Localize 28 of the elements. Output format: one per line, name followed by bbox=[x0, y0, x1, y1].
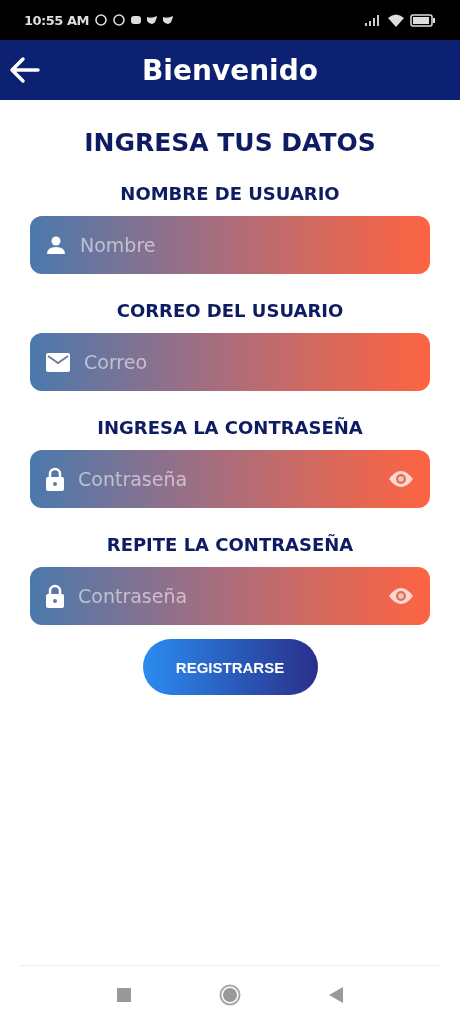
eye-icon[interactable] bbox=[388, 470, 414, 488]
input-field[interactable]: Nombre bbox=[30, 216, 430, 274]
status-time: 10:55 AM bbox=[24, 12, 89, 28]
battery-icon bbox=[410, 13, 436, 27]
register-button[interactable]: REGISTRARSE bbox=[142, 639, 318, 695]
text-input[interactable]: Correo bbox=[82, 350, 414, 374]
home-icon[interactable] bbox=[219, 984, 241, 1006]
lock-icon bbox=[46, 467, 64, 491]
field-label: INGRESA LA CONTRASEÑA bbox=[97, 417, 363, 438]
signal-icon bbox=[364, 14, 382, 26]
back-arrow-icon[interactable] bbox=[8, 56, 40, 84]
input-field[interactable]: Correo bbox=[30, 333, 430, 391]
text-input[interactable]: Contraseña bbox=[76, 584, 376, 608]
lock-icon bbox=[46, 584, 64, 608]
eye-icon[interactable] bbox=[388, 587, 414, 605]
text-input[interactable]: Nombre bbox=[78, 233, 414, 257]
input-field[interactable]: Contraseña bbox=[30, 567, 430, 625]
field-label: CORREO DEL USUARIO bbox=[116, 300, 344, 321]
input-field[interactable]: Contraseña bbox=[30, 450, 430, 508]
screen-title: Bienvenido bbox=[142, 53, 318, 87]
field-label: NOMBRE DE USUARIO bbox=[120, 183, 340, 204]
person-icon bbox=[46, 235, 66, 255]
field-label: REPITE LA CONTRASEÑA bbox=[106, 534, 354, 555]
back-icon[interactable] bbox=[329, 987, 343, 1003]
wifi-icon bbox=[388, 13, 404, 27]
form-heading: INGRESA TUS DATOS bbox=[84, 128, 376, 157]
text-input[interactable]: Contraseña bbox=[76, 467, 376, 491]
mail-icon bbox=[46, 352, 70, 372]
